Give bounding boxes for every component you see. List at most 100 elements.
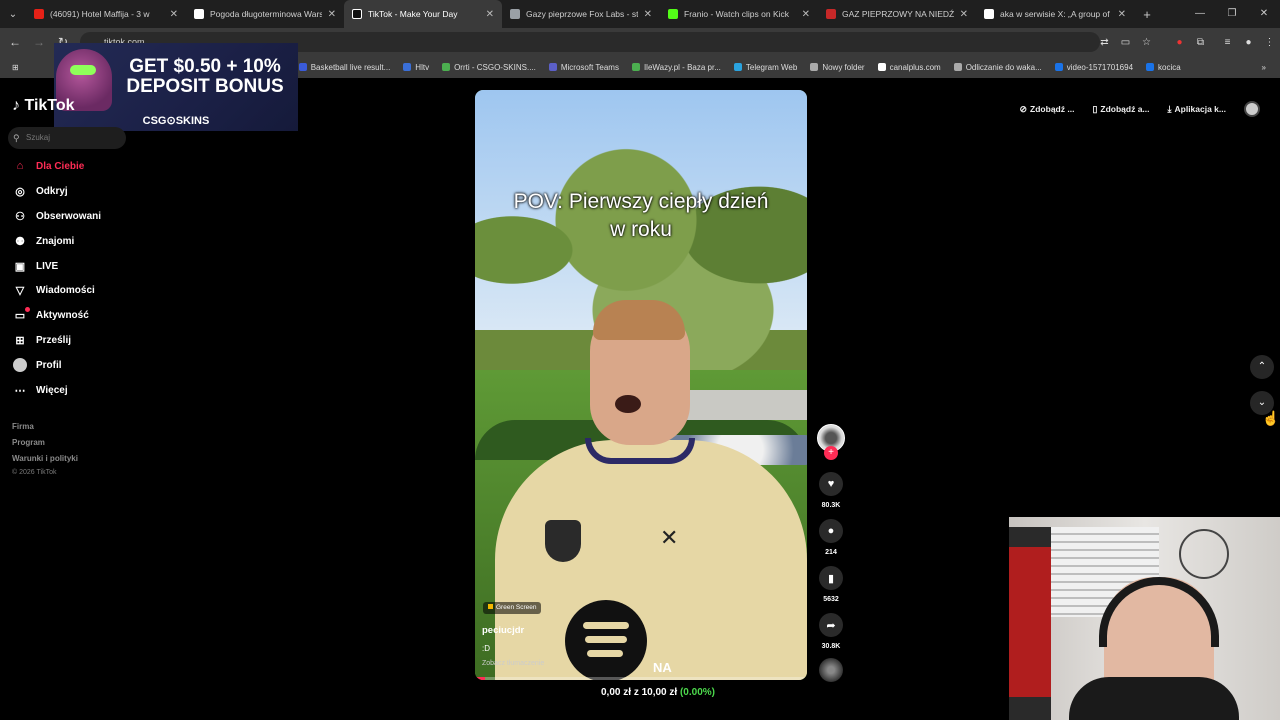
wall-clock-icon <box>1179 529 1229 579</box>
bookmark-favicon-icon <box>1054 63 1063 71</box>
tab-close-icon[interactable]: ✕ <box>328 9 336 20</box>
nav-item-messages[interactable]: ▽ Wiadomości <box>12 280 95 300</box>
effect-badge[interactable]: Green Screen <box>483 602 542 614</box>
browser-tab-bar: ⌄ (46091) Hotel Maffija - 3 w ✕ Pogoda d… <box>0 0 1280 28</box>
get-app-button[interactable]: ▯ Zdobądź a... <box>1092 104 1149 115</box>
bookmark[interactable]: Telegram Web <box>733 63 797 72</box>
restore-icon[interactable]: ❐ <box>1216 0 1248 28</box>
bookmark-folder[interactable]: Nowy folder <box>810 63 865 72</box>
puzzle-icon[interactable]: ⧉ <box>1190 37 1211 48</box>
tab-search-icon[interactable]: ⌄ <box>0 0 26 28</box>
shield-icon <box>826 9 836 19</box>
bookmark[interactable]: Basketball live result... <box>298 63 390 72</box>
bookmark[interactable]: kocica <box>1146 63 1181 72</box>
get-coins-button[interactable]: ⊘ Zdobądź ... <box>1020 104 1075 115</box>
bookmark[interactable]: Hltv <box>403 63 429 72</box>
close-window-icon[interactable]: ✕ <box>1248 0 1280 28</box>
footer-link-terms[interactable]: Warunki i polityki <box>12 454 78 463</box>
footer-link-program[interactable]: Program <box>12 438 45 447</box>
bookmark[interactable]: canalplus.com <box>877 63 941 72</box>
video-author[interactable]: peciucjdr <box>482 625 524 636</box>
ad-banner[interactable]: GET $0.50 + 10% DEPOSIT BONUS CSG⊙SKINS <box>54 43 298 131</box>
browser-tab[interactable]: GAZ PIEPRZOWY NA NIEDŹWI ✕ <box>818 0 976 28</box>
download-icon: ⤓ <box>1167 103 1172 114</box>
nav-item-profile[interactable]: Profil <box>12 355 62 375</box>
back-icon[interactable]: ← <box>3 35 27 49</box>
bookmark-icon[interactable]: ▮ <box>819 566 843 590</box>
live-icon: ▣ <box>14 260 26 273</box>
nav-item-for-you[interactable]: ⌂ Dla Ciebie <box>12 156 85 176</box>
bookmark-favicon-icon <box>298 63 307 71</box>
forward-icon[interactable]: → <box>27 35 51 49</box>
more-bookmarks-icon[interactable]: » <box>1262 63 1266 72</box>
nav-item-activity[interactable]: ▭ Aktywność <box>12 305 89 325</box>
tab-close-icon[interactable]: ✕ <box>960 9 968 20</box>
comment-count: 214 <box>825 549 837 556</box>
window-controls: — ❐ ✕ <box>1184 0 1280 28</box>
new-tab-icon[interactable]: + <box>1134 7 1160 22</box>
folder-icon <box>810 63 819 71</box>
extension-icon[interactable]: ● <box>1169 37 1190 48</box>
search-icon: ⚲ <box>13 133 20 143</box>
search-input[interactable]: ⚲ Szukaj <box>8 127 126 149</box>
video-player[interactable]: ✕ POV: Pierwszy ciepły dzień w roku Gree… <box>475 90 807 680</box>
music-disc-icon[interactable] <box>819 658 843 682</box>
tab-close-icon[interactable]: ✕ <box>486 9 494 20</box>
upload-icon: ⊞ <box>15 334 25 347</box>
browser-tab[interactable]: Franio - Watch clips on Kick ✕ <box>660 0 818 28</box>
nav-item-live[interactable]: ▣ LIVE <box>12 256 58 276</box>
menu-icon[interactable]: ⋮ <box>1259 37 1280 48</box>
tab-close-icon[interactable]: ✕ <box>802 9 810 20</box>
bookmark[interactable]: Microsoft Teams <box>548 63 619 72</box>
translate-icon[interactable]: ⇄ <box>1094 37 1115 48</box>
tab-close-icon[interactable]: ✕ <box>1118 9 1126 20</box>
browser-tab-active[interactable]: TikTok - Make Your Day ✕ <box>344 0 502 28</box>
user-avatar[interactable] <box>1244 101 1260 117</box>
see-translation-link[interactable]: Zobacz tłumaczenie <box>482 660 544 667</box>
nav-item-explore[interactable]: ◎ Odkryj <box>12 181 68 201</box>
bookmark-favicon-icon <box>877 63 886 71</box>
nav-item-following[interactable]: ⚇ Obserwowani <box>12 206 101 226</box>
kick-icon <box>668 9 678 19</box>
compass-icon: ◎ <box>15 185 25 198</box>
phone-icon: ▯ <box>1092 103 1098 114</box>
bookmark[interactable]: video-1571701694 <box>1054 63 1133 72</box>
like-heart-icon[interactable]: ♥ <box>819 472 843 496</box>
nav-item-friends[interactable]: ⚉ Znajomi <box>12 231 74 251</box>
profile-icon[interactable]: ● <box>1238 37 1259 48</box>
star-icon[interactable]: ☆ <box>1136 37 1157 48</box>
minimize-icon[interactable]: — <box>1184 0 1216 28</box>
apps-icon[interactable]: ⊞ <box>12 63 19 72</box>
bookmark[interactable]: IleWazy.pl - Baza pr... <box>631 63 721 72</box>
previous-video-chevron-up-icon[interactable]: ⌃ <box>1250 355 1274 379</box>
browser-tab[interactable]: Pogoda długoterminowa Wars ✕ <box>186 0 344 28</box>
video-progress-bar[interactable] <box>475 677 807 680</box>
desktop-app-button[interactable]: ⤓ Aplikacja k... <box>1168 104 1226 115</box>
comment-icon[interactable]: ● <box>819 519 843 543</box>
weather-icon <box>194 9 204 19</box>
follow-plus-icon[interactable]: + <box>824 446 838 460</box>
bookmark-favicon-icon <box>733 63 742 71</box>
screen: ⌄ (46091) Hotel Maffija - 3 w ✕ Pogoda d… <box>0 0 1280 720</box>
bookmark-favicon-icon <box>403 63 412 71</box>
browser-tab[interactable]: aka w serwisie X: „A group of s ✕ <box>976 0 1134 28</box>
video-caption: POV: Pierwszy ciepły dzień w roku <box>513 190 769 241</box>
cast-icon[interactable]: ▭ <box>1115 37 1136 48</box>
footer-link-company[interactable]: Firma <box>12 422 34 431</box>
nav-item-more[interactable]: ⋯ Więcej <box>12 380 68 400</box>
browser-tab[interactable]: (46091) Hotel Maffija - 3 w ✕ <box>26 0 186 28</box>
home-icon: ⌂ <box>16 160 24 172</box>
mouse-cursor-icon: ☝ <box>1262 410 1280 426</box>
friends-icon: ⚉ <box>15 235 25 248</box>
nav-item-upload[interactable]: ⊞ Prześlij <box>12 330 71 350</box>
youtube-icon <box>34 9 44 19</box>
tiktok-logo[interactable]: ♪ TikTok <box>12 97 75 115</box>
browser-tab[interactable]: Gazy pieprzowe Fox Labs - sto ✕ <box>502 0 660 28</box>
share-arrow-icon[interactable]: ➦ <box>819 613 843 637</box>
tab-close-icon[interactable]: ✕ <box>170 9 178 20</box>
media-icon[interactable]: ≡ <box>1217 37 1238 48</box>
tab-close-icon[interactable]: ✕ <box>644 9 652 20</box>
x-icon <box>984 9 994 19</box>
bookmark[interactable]: Odliczanie do waka... <box>953 63 1042 72</box>
bookmark[interactable]: Orrti - CSGO-SKINS.... <box>442 63 536 72</box>
